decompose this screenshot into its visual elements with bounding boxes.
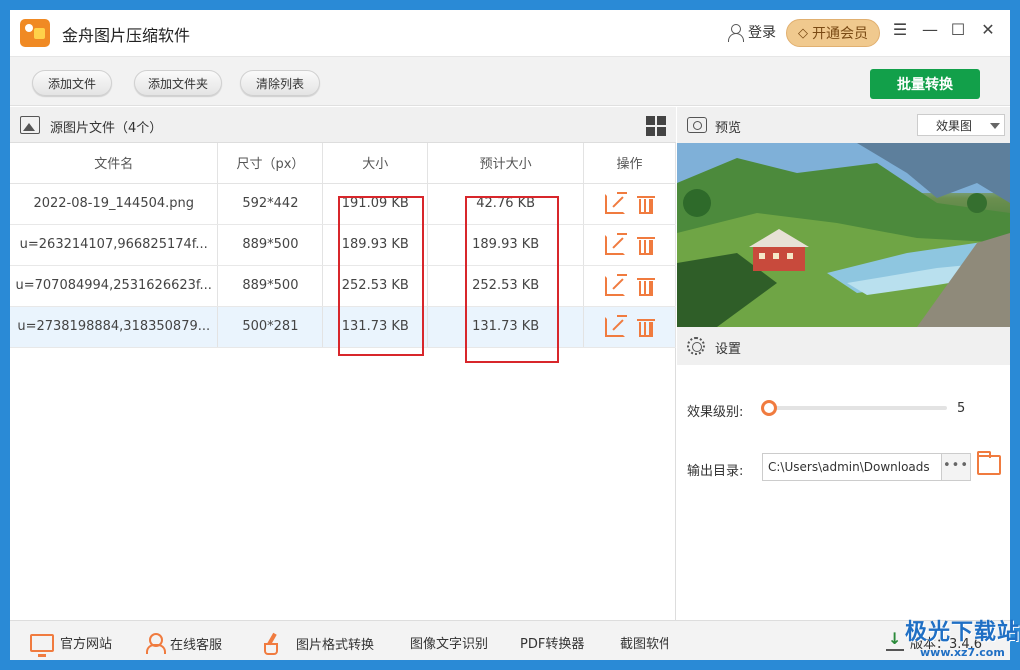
maximize-icon[interactable]: ☐ xyxy=(946,20,970,39)
chevron-down-icon xyxy=(990,123,1000,129)
file-dims: 889*500 xyxy=(217,265,324,307)
file-name: u=263214107,966825174f... xyxy=(10,224,219,266)
preview-header: 预览 效果图 xyxy=(677,107,1010,143)
preview-image xyxy=(677,143,1010,327)
download-icon xyxy=(886,629,904,651)
preview-mode-select[interactable]: 效果图 xyxy=(917,114,1005,136)
folder-icon[interactable] xyxy=(977,451,1001,475)
vip-button[interactable]: ◇ 开通会员 xyxy=(786,19,880,47)
preview-icon xyxy=(687,117,707,133)
delete-icon[interactable] xyxy=(636,235,655,255)
settings-title: 设置 xyxy=(715,342,742,357)
browse-more-button[interactable]: ••• xyxy=(941,453,971,481)
delete-icon[interactable] xyxy=(636,194,655,214)
file-name: 2022-08-19_144504.png xyxy=(10,183,219,225)
pdf-link[interactable]: PDF转换器 xyxy=(520,633,584,652)
website-link[interactable]: 官方网站 xyxy=(30,633,113,657)
size-highlight-box xyxy=(338,196,424,356)
website-label: 官方网站 xyxy=(60,637,113,652)
level-slider-track[interactable] xyxy=(769,406,947,410)
file-name: u=707084994,2531626623f... xyxy=(10,265,219,307)
file-actions xyxy=(583,224,676,266)
brush-icon xyxy=(262,633,282,655)
delete-icon[interactable] xyxy=(636,317,655,337)
file-actions xyxy=(583,183,676,225)
app-title: 金舟图片压缩软件 xyxy=(62,26,191,45)
image-icon xyxy=(20,116,40,134)
open-icon[interactable] xyxy=(604,193,625,214)
landscape-illustration xyxy=(677,143,1010,327)
support-label: 在线客服 xyxy=(170,637,223,653)
level-slider-handle[interactable] xyxy=(761,400,777,416)
delete-icon[interactable] xyxy=(636,276,655,296)
watermark-url: www.xz7.com xyxy=(920,646,1005,659)
open-icon[interactable] xyxy=(604,316,625,337)
ocr-link[interactable]: 图像文字识别 xyxy=(410,633,488,652)
estimated-highlight-box xyxy=(465,196,559,363)
minimize-icon[interactable]: — xyxy=(918,20,942,39)
support-link[interactable]: 在线客服 xyxy=(146,633,223,654)
add-file-button[interactable]: 添加文件 xyxy=(32,70,112,96)
file-dims: 592*442 xyxy=(217,183,324,225)
column-header-dims: 尺寸（px） xyxy=(217,143,324,184)
monitor-icon xyxy=(30,633,54,657)
column-header-name: 文件名 xyxy=(10,143,219,184)
app-window: 金舟图片压缩软件 登录 ◇ 开通会员 ☰ — ☐ ✕ 添加文件 添加文件夹 清除… xyxy=(10,10,1010,660)
level-value: 5 xyxy=(957,401,966,416)
batch-convert-button[interactable]: 批量转换 xyxy=(870,69,980,99)
output-label: 输出目录: xyxy=(687,464,744,479)
source-title: 源图片文件（4个） xyxy=(50,121,163,136)
login-label: 登录 xyxy=(748,25,776,41)
add-folder-button[interactable]: 添加文件夹 xyxy=(134,70,222,96)
login-button[interactable]: 登录 xyxy=(726,22,776,42)
side-panel: 预览 效果图 设置 效果级别: 5 输出目录: C:\Users\admin\D… xyxy=(677,107,1010,620)
app-logo-icon xyxy=(20,19,50,47)
file-actions xyxy=(583,306,676,348)
diamond-icon: ◇ xyxy=(798,25,808,41)
gear-icon xyxy=(687,337,705,355)
screenshot-link[interactable]: 截图软件 xyxy=(620,633,668,652)
file-name: u=2738198884,318350879... xyxy=(10,306,219,348)
level-label: 效果级别: xyxy=(687,405,744,420)
table-header-row: 文件名 尺寸（px） 大小 预计大小 操作 xyxy=(10,143,676,184)
preview-mode-value: 效果图 xyxy=(936,118,973,133)
close-icon[interactable]: ✕ xyxy=(976,20,1000,39)
bottom-bar: 官方网站 在线客服 图片格式转换 图像文字识别 PDF转换器 截图软件 版本：3… xyxy=(10,620,1010,660)
open-icon[interactable] xyxy=(604,275,625,296)
source-header: 源图片文件（4个） xyxy=(10,107,676,143)
user-icon xyxy=(726,23,744,42)
column-header-estimated: 预计大小 xyxy=(427,143,585,184)
column-header-size: 大小 xyxy=(322,143,429,184)
grid-view-icon[interactable] xyxy=(646,116,666,136)
format-convert-link[interactable]: 图片格式转换 xyxy=(262,633,375,655)
format-convert-label: 图片格式转换 xyxy=(296,637,375,653)
open-icon[interactable] xyxy=(604,234,625,255)
settings-header: 设置 xyxy=(677,327,1010,365)
column-header-actions: 操作 xyxy=(583,143,676,184)
watermark-logo: 极光下载站 xyxy=(905,620,1020,645)
preview-title: 预览 xyxy=(715,121,742,136)
toolbar: 添加文件 添加文件夹 清除列表 批量转换 xyxy=(10,56,1010,106)
menu-icon[interactable]: ☰ xyxy=(888,20,912,39)
clear-list-button[interactable]: 清除列表 xyxy=(240,70,320,96)
title-bar: 金舟图片压缩软件 登录 ◇ 开通会员 ☰ — ☐ ✕ xyxy=(10,10,1010,56)
support-icon xyxy=(146,633,166,654)
file-actions xyxy=(583,265,676,307)
output-path-field[interactable]: C:\Users\admin\Downloads xyxy=(762,453,942,481)
file-dims: 500*281 xyxy=(217,306,324,348)
file-dims: 889*500 xyxy=(217,224,324,266)
vip-label: 开通会员 xyxy=(812,26,868,42)
source-panel: 源图片文件（4个） 文件名 尺寸（px） 大小 预计大小 操作 2022-08-… xyxy=(10,107,676,620)
